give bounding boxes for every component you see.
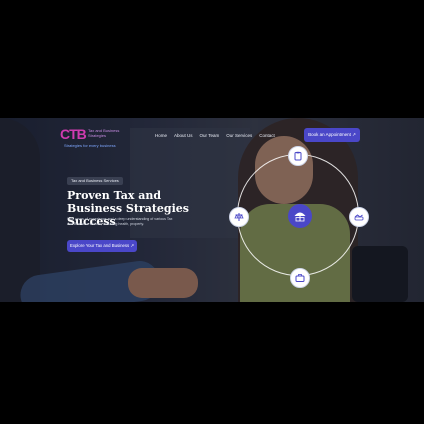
logo-mark: CTB (60, 126, 87, 142)
scale-icon[interactable] (229, 207, 249, 227)
nav-item-about[interactable]: About Us (174, 133, 193, 138)
explore-button[interactable]: Explore Your Tax and Business ↗ (67, 240, 137, 252)
hero-badge: Tax and Business Services (67, 177, 123, 185)
site-logo[interactable]: CTB Tax and Business Strategies Strategi… (60, 126, 124, 148)
hero-card: Tax and Business Services Proven Tax and… (60, 172, 189, 256)
main-nav: Home About Us Our Team Our Services Cont… (155, 133, 275, 138)
logo-tagline: Strategies for every business (64, 143, 116, 148)
nav-item-home[interactable]: Home (155, 133, 167, 138)
nav-item-contact[interactable]: Contact (259, 133, 275, 138)
hero-description: With years of experience and a deep unde… (67, 217, 173, 226)
nav-item-services[interactable]: Our Services (226, 133, 252, 138)
nav-item-team[interactable]: Our Team (200, 133, 220, 138)
briefcase-icon[interactable] (290, 268, 310, 288)
book-appointment-button[interactable]: Book an Appointment ↗ (304, 128, 360, 142)
clipboard-icon[interactable] (288, 146, 308, 166)
hero-section: CTB Tax and Business Strategies Strategi… (0, 118, 424, 302)
logo-name: Tax and Business Strategies (88, 128, 120, 138)
handshake-icon[interactable] (349, 207, 369, 227)
umbrella-icon[interactable] (288, 204, 312, 228)
